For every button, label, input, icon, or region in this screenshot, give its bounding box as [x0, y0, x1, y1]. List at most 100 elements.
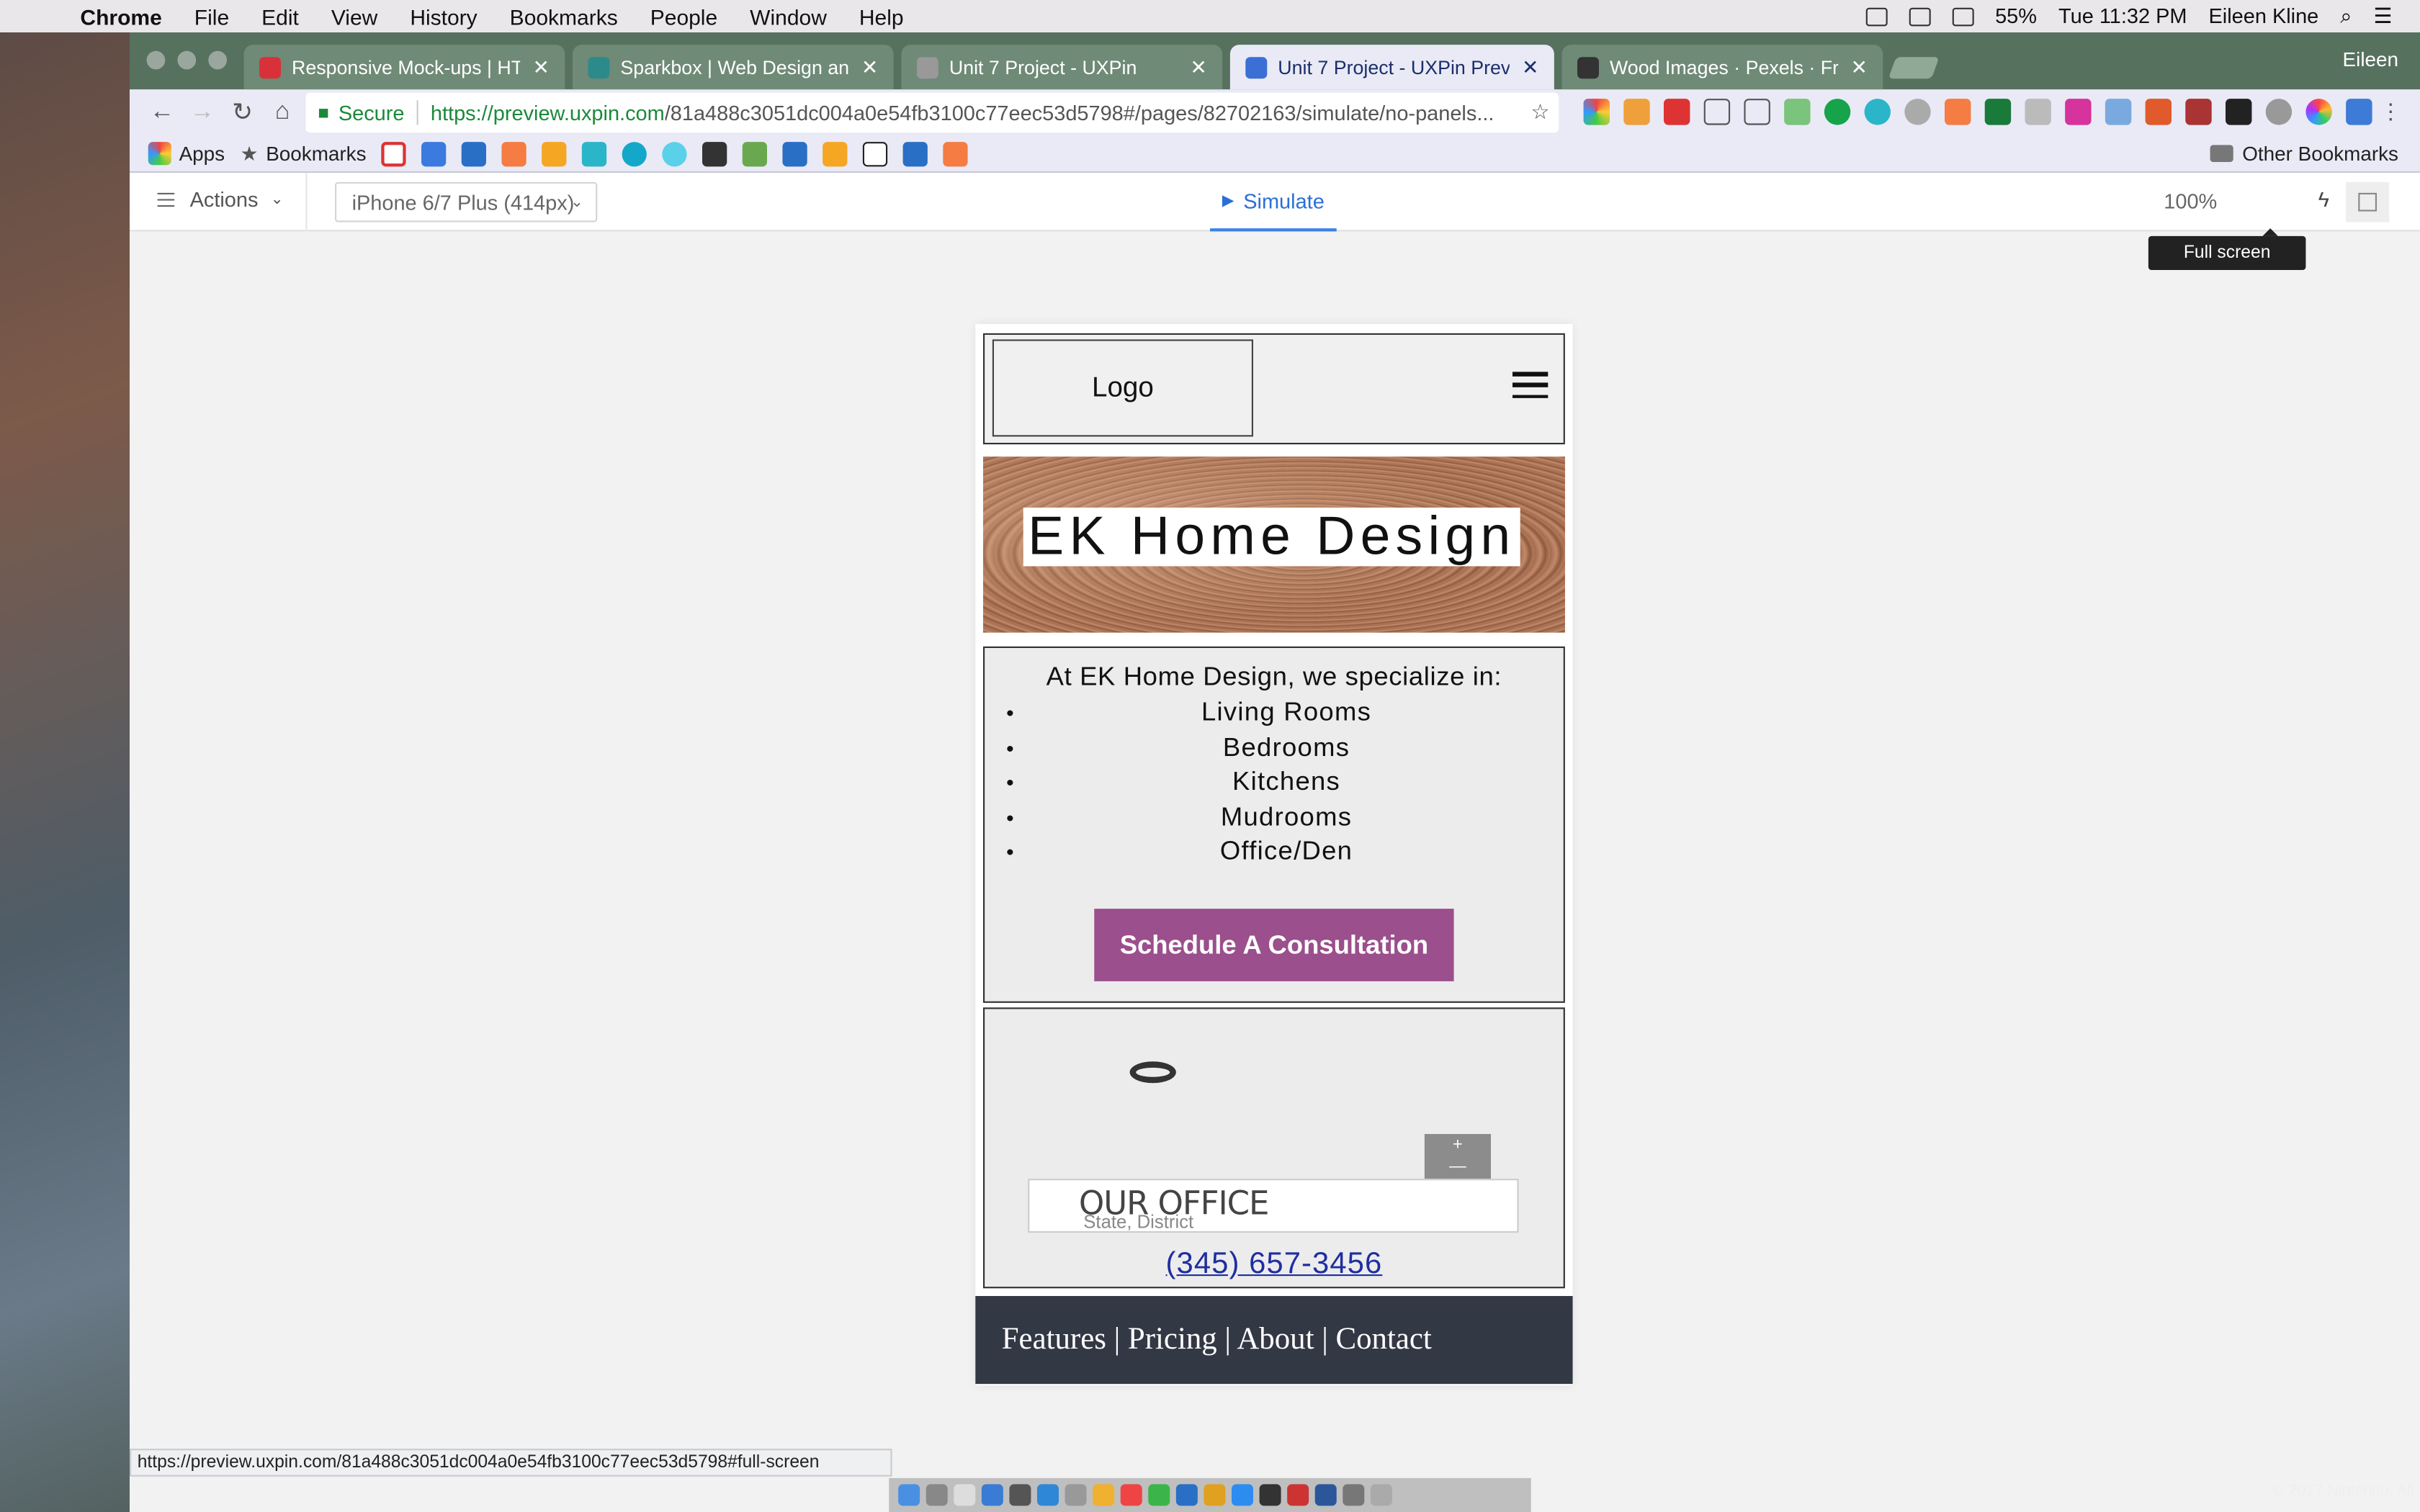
trash-icon[interactable] [1370, 1484, 1392, 1506]
tab-pexels[interactable]: Wood Images · Pexels · Free St ✕ [1561, 45, 1883, 90]
codepen-icon[interactable] [702, 141, 727, 166]
lock-icon[interactable]: ■ [318, 102, 329, 123]
site-footer-nav[interactable]: Features | Pricing | About | Contact [975, 1296, 1573, 1385]
back-icon[interactable]: ← [142, 99, 182, 127]
acrobat-icon[interactable] [1287, 1484, 1309, 1506]
minimize-window-button[interactable] [177, 50, 197, 70]
close-tab-icon[interactable]: ✕ [1522, 55, 1538, 79]
bookmark-icon[interactable] [743, 141, 768, 166]
spotify-icon[interactable] [1148, 1484, 1170, 1506]
app-store-icon[interactable] [1037, 1484, 1059, 1506]
extension-icon[interactable] [2185, 99, 2212, 125]
zoom-window-button[interactable] [208, 50, 227, 70]
spotlight-icon[interactable]: ⌕ [2340, 4, 2352, 28]
downloads-icon[interactable] [1343, 1484, 1365, 1506]
forward-icon[interactable]: → [182, 99, 223, 127]
extension-icon[interactable] [2265, 99, 2293, 125]
app-icon[interactable] [1232, 1484, 1253, 1506]
stack-icon[interactable] [903, 141, 928, 166]
bookmark-icon[interactable] [863, 141, 888, 166]
zoom-in-icon[interactable]: + [1425, 1134, 1491, 1156]
bookmark-star-icon[interactable]: ☆ [1531, 100, 1549, 125]
tab-sparkbox[interactable]: Sparkbox | Web Design and De ✕ [573, 45, 894, 90]
close-tab-icon[interactable]: ✕ [1190, 55, 1206, 79]
extension-icon[interactable] [1824, 99, 1851, 125]
bookmark-icon[interactable] [943, 141, 969, 166]
bookmark-icon[interactable] [582, 141, 607, 166]
battery-percent[interactable]: 55% [1995, 4, 2037, 27]
zoom-level[interactable]: 100% [2164, 190, 2217, 213]
chrome-menu-icon[interactable]: ⋮ [2380, 99, 2401, 125]
app-icon[interactable] [1175, 1484, 1198, 1506]
analytics-icon[interactable] [542, 141, 568, 166]
close-tab-icon[interactable]: ✕ [1850, 55, 1867, 79]
url-path[interactable]: /81a488c3051dc004a0e54fb3100c77eec53d579… [665, 101, 1494, 124]
bookmark-apps[interactable]: Apps [148, 142, 225, 166]
extension-icon[interactable] [1784, 99, 1811, 125]
extension-icon[interactable] [1744, 99, 1770, 125]
dropbox-icon[interactable] [1865, 6, 1888, 26]
home-icon[interactable]: ⌂ [262, 99, 302, 127]
bookmark-icon[interactable] [662, 141, 688, 166]
map-section[interactable]: + — ◉ OUR OFFICE State, District (345) 6… [983, 1007, 1565, 1289]
extension-icon[interactable] [1945, 99, 1971, 125]
extension-icon[interactable] [1623, 99, 1650, 125]
schedule-consultation-button[interactable]: Schedule A Consultation [1094, 909, 1454, 981]
github-icon[interactable] [1259, 1484, 1281, 1506]
close-tab-icon[interactable]: ✕ [532, 55, 549, 79]
secure-label[interactable]: Secure [339, 101, 405, 124]
notes-icon[interactable] [954, 1484, 976, 1506]
extension-icon[interactable] [1904, 99, 1931, 125]
app-icon[interactable] [1065, 1484, 1087, 1506]
extension-icon[interactable] [2346, 99, 2372, 125]
extension-icon[interactable] [2065, 99, 2092, 125]
bookmark-icon[interactable] [823, 141, 848, 166]
new-tab-button[interactable] [1888, 57, 1940, 79]
safari-icon[interactable] [981, 1484, 1003, 1506]
chrome-icon[interactable] [1120, 1484, 1142, 1506]
menu-app-name[interactable]: Chrome [80, 4, 161, 28]
device-select[interactable]: iPhone 6/7 Plus (414px) ⌄ [335, 181, 598, 222]
bookmark-icon[interactable] [622, 141, 647, 166]
phone-link[interactable]: (345) 657-3456 [985, 1246, 1564, 1282]
wifi-icon[interactable] [1909, 6, 1931, 26]
extension-icon[interactable] [1583, 99, 1610, 125]
zoom-out-icon[interactable]: — [1425, 1156, 1491, 1177]
hamburger-menu-icon[interactable] [1512, 372, 1549, 398]
extension-icon[interactable] [1864, 99, 1891, 125]
logo-placeholder[interactable]: Logo [992, 339, 1253, 437]
extension-icon[interactable] [2025, 99, 2051, 125]
full-screen-button[interactable] [2346, 181, 2390, 222]
tab-responsive-mockups[interactable]: Responsive Mock-ups | HTML ✕ [243, 45, 565, 90]
other-bookmarks[interactable]: Other Bookmarks [2210, 142, 2398, 165]
word-icon[interactable] [1314, 1484, 1337, 1506]
app-icon[interactable] [1093, 1484, 1115, 1506]
trello-icon[interactable] [462, 141, 487, 166]
address-bar[interactable]: ■ Secure https://preview.uxpin.com /81a4… [305, 92, 1559, 133]
close-window-button[interactable] [146, 50, 166, 70]
extension-icon[interactable] [2105, 99, 2132, 125]
bookmark-bookmarks[interactable]: ★ Bookmarks [241, 141, 367, 166]
map-pin-icon[interactable] [1129, 1061, 1176, 1084]
extension-icon[interactable] [2305, 99, 2332, 125]
menu-history[interactable]: History [410, 4, 477, 28]
notification-center-icon[interactable]: ☰ [2373, 4, 2392, 28]
clock[interactable]: Tue 11:32 PM [2058, 4, 2187, 27]
profile-button[interactable]: Eileen [2343, 48, 2398, 71]
hubspot-icon[interactable] [502, 141, 527, 166]
extension-icon[interactable] [2226, 99, 2252, 125]
calendar-icon[interactable] [421, 141, 447, 166]
url-host[interactable]: https://preview.uxpin.com [431, 101, 665, 124]
bookmark-icon[interactable] [783, 141, 808, 166]
close-tab-icon[interactable]: ✕ [861, 55, 878, 79]
tab-uxpin-project[interactable]: Unit 7 Project - UXPin ✕ [901, 45, 1223, 90]
extension-icon[interactable] [1664, 99, 1690, 125]
launchpad-icon[interactable] [926, 1484, 948, 1506]
volume-icon[interactable] [1952, 6, 1974, 26]
gmail-icon[interactable] [381, 141, 407, 166]
app-icon[interactable] [1204, 1484, 1226, 1506]
menu-view[interactable]: View [331, 4, 377, 28]
menu-people[interactable]: People [650, 4, 717, 28]
menu-help[interactable]: Help [859, 4, 904, 28]
menu-file[interactable]: File [194, 4, 229, 28]
